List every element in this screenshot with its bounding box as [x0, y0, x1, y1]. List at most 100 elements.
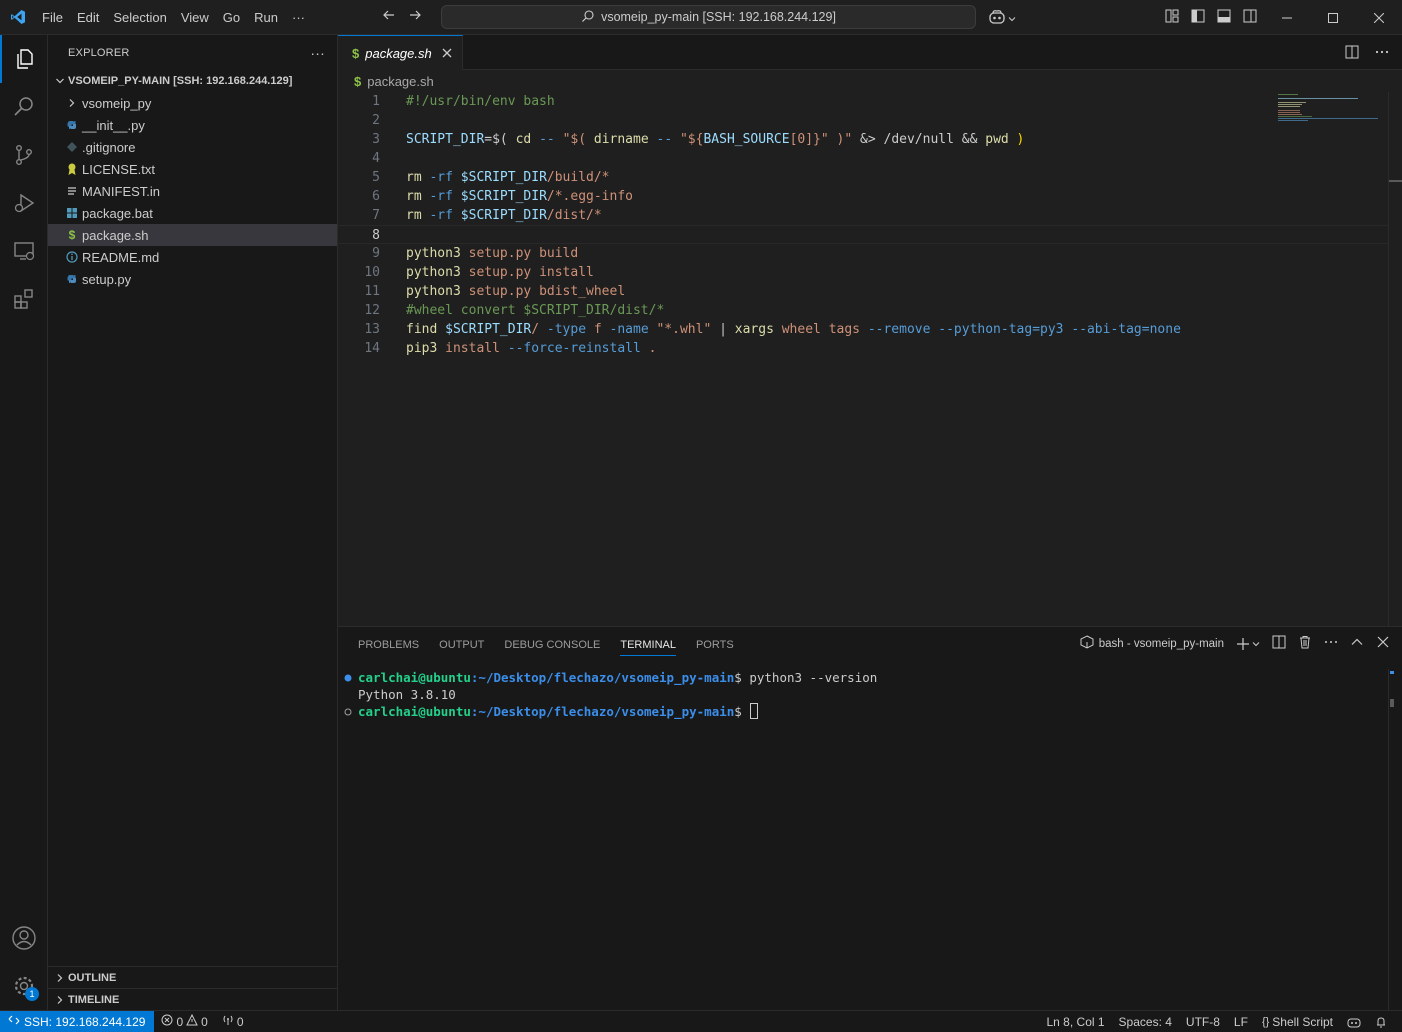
tree-item-label: vsomeip_py	[82, 95, 152, 111]
menu-more[interactable]: ···	[285, 0, 312, 35]
code-token: -rf	[421, 170, 461, 185]
explorer-more-button[interactable]: ···	[310, 45, 325, 61]
toggle-secondary-sidebar-icon[interactable]	[1242, 8, 1258, 27]
notifications-bell-icon[interactable]	[1368, 1011, 1394, 1032]
tab-ports[interactable]: PORTS	[686, 627, 744, 662]
run-debug-icon[interactable]	[0, 179, 48, 227]
tab-debug-console[interactable]: DEBUG CONSOLE	[494, 627, 610, 662]
encoding[interactable]: UTF-8	[1179, 1011, 1227, 1032]
remote-explorer-icon[interactable]	[0, 227, 48, 275]
close-tab-icon[interactable]	[442, 48, 452, 58]
code-token: /	[531, 322, 540, 337]
tree-item-setup-py[interactable]: setup.py	[48, 268, 337, 290]
source-control-icon[interactable]	[0, 131, 48, 179]
toggle-primary-sidebar-icon[interactable]	[1190, 8, 1206, 27]
code-line[interactable]: 13 find $SCRIPT_DIR/ -type f -name "*.whl…	[338, 320, 1388, 339]
menu-file[interactable]: File	[35, 0, 70, 35]
error-icon	[161, 1014, 173, 1029]
code-token: --force-reinstall	[507, 341, 641, 356]
more-actions-icon[interactable]	[1374, 44, 1390, 63]
code-line[interactable]: 14 pip3 install --force-reinstall .	[338, 339, 1388, 358]
tree-item-init-py[interactable]: __init__.py	[48, 114, 337, 136]
tab-package-sh[interactable]: $ package.sh	[338, 35, 463, 70]
customize-layout-icon[interactable]	[1164, 8, 1180, 27]
code-line[interactable]: 11 python3 setup.py bdist_wheel	[338, 282, 1388, 301]
ports-status[interactable]: 0	[215, 1011, 251, 1032]
terminal-instance[interactable]: bash - vsomeip_py-main	[1080, 635, 1224, 652]
tree-item-license[interactable]: LICENSE.txt	[48, 158, 337, 180]
toggle-panel-icon[interactable]	[1216, 8, 1232, 27]
close-panel-icon[interactable]	[1376, 635, 1390, 652]
cursor-position[interactable]: Ln 8, Col 1	[1040, 1011, 1112, 1032]
indentation[interactable]: Spaces: 4	[1112, 1011, 1179, 1032]
workspace-folder[interactable]: VSOMEIP_PY-MAIN [SSH: 192.168.244.129]	[48, 70, 337, 92]
line-content: pip3 install --force-reinstall .	[380, 339, 656, 358]
code-token: /build/*	[546, 170, 610, 185]
language-mode[interactable]: {} Shell Script	[1255, 1011, 1340, 1032]
back-arrow-icon[interactable]	[382, 8, 396, 26]
breadcrumb-file[interactable]: package.sh	[367, 74, 434, 89]
menu-selection[interactable]: Selection	[106, 0, 173, 35]
code-line[interactable]: 10 python3 setup.py install	[338, 263, 1388, 282]
menu-go[interactable]: Go	[216, 0, 247, 35]
code-token: xargs	[734, 322, 774, 337]
editor-scrollbar[interactable]	[1388, 92, 1402, 626]
tree-item-vsomeip-py[interactable]: vsomeip_py	[48, 92, 337, 114]
new-terminal-icon[interactable]	[1236, 637, 1260, 651]
code-line[interactable]: 5 rm -rf $SCRIPT_DIR/build/*	[338, 168, 1388, 187]
code-line[interactable]: 12 #wheel convert $SCRIPT_DIR/dist/*	[338, 301, 1388, 320]
timeline-section[interactable]: TIMELINE	[48, 988, 337, 1010]
code-token: pip3	[406, 341, 438, 356]
manage-gear-icon[interactable]: 1	[0, 962, 48, 1010]
menu-run[interactable]: Run	[247, 0, 285, 35]
tab-output[interactable]: OUTPUT	[429, 627, 494, 662]
tab-problems[interactable]: PROBLEMS	[348, 627, 429, 662]
trash-icon[interactable]	[1298, 635, 1312, 652]
maximize-icon[interactable]	[1310, 0, 1356, 35]
split-editor-icon[interactable]	[1344, 44, 1360, 63]
tree-item-readme[interactable]: README.md	[48, 246, 337, 268]
minimize-icon[interactable]	[1264, 0, 1310, 35]
command-center[interactable]: vsomeip_py-main [SSH: 192.168.244.129]	[441, 5, 976, 29]
tree-item-package-bat[interactable]: package.bat	[48, 202, 337, 224]
code-line[interactable]: 8	[338, 225, 1388, 244]
copilot-button[interactable]	[988, 9, 1016, 28]
terminal[interactable]: carlchai@ubuntu:~/Desktop/flechazo/vsome…	[338, 669, 1388, 720]
tree-item-package-sh[interactable]: $ package.sh	[48, 224, 337, 246]
menu-edit[interactable]: Edit	[70, 0, 106, 35]
outline-section[interactable]: OUTLINE	[48, 966, 337, 988]
problems-status[interactable]: 0 0	[154, 1011, 214, 1032]
extensions-icon[interactable]	[0, 275, 48, 323]
maximize-panel-icon[interactable]	[1350, 635, 1364, 652]
code-line[interactable]: 4	[338, 149, 1388, 168]
tree-item-manifest[interactable]: MANIFEST.in	[48, 180, 337, 202]
more-icon[interactable]	[1324, 635, 1338, 652]
prompt-path: :~/Desktop/flechazo/vsomeip_py-main	[470, 704, 735, 719]
code-line[interactable]: 1 #!/usr/bin/env bash	[338, 92, 1388, 111]
search-view-icon[interactable]	[0, 83, 48, 131]
menu-view[interactable]: View	[174, 0, 216, 35]
code-line[interactable]: 9 python3 setup.py build	[338, 244, 1388, 263]
line-number: 1	[372, 94, 380, 109]
end-of-line[interactable]: LF	[1227, 1011, 1255, 1032]
tree-item-gitignore[interactable]: .gitignore	[48, 136, 337, 158]
remote-indicator[interactable]: SSH: 192.168.244.129	[0, 1010, 155, 1032]
copilot-status-icon[interactable]	[1340, 1011, 1368, 1032]
code-line[interactable]: 2	[338, 111, 1388, 130]
code-line[interactable]: 3 SCRIPT_DIR=$( cd -- "$( dirname -- "${B…	[338, 130, 1388, 149]
forward-arrow-icon[interactable]	[408, 8, 422, 26]
split-terminal-icon[interactable]	[1272, 635, 1286, 652]
code-editor[interactable]: 1 #!/usr/bin/env bash 2 3 SCRIPT_DIR=$( cd -…	[338, 92, 1388, 358]
explorer-icon[interactable]	[0, 35, 48, 83]
close-window-icon[interactable]	[1356, 0, 1402, 35]
code-line[interactable]: 7 rm -rf $SCRIPT_DIR/dist/*	[338, 206, 1388, 225]
minimap[interactable]	[1278, 92, 1388, 132]
accounts-icon[interactable]	[0, 914, 48, 962]
tab-terminal[interactable]: TERMINAL	[610, 627, 686, 662]
code-line[interactable]: 6 rm -rf $SCRIPT_DIR/*.egg-info	[338, 187, 1388, 206]
terminal-scrollbar[interactable]	[1388, 669, 1402, 1011]
line-number: 14	[364, 341, 380, 356]
code-token: #!/usr/bin/env bash	[406, 94, 555, 109]
layout-controls	[1164, 8, 1258, 27]
